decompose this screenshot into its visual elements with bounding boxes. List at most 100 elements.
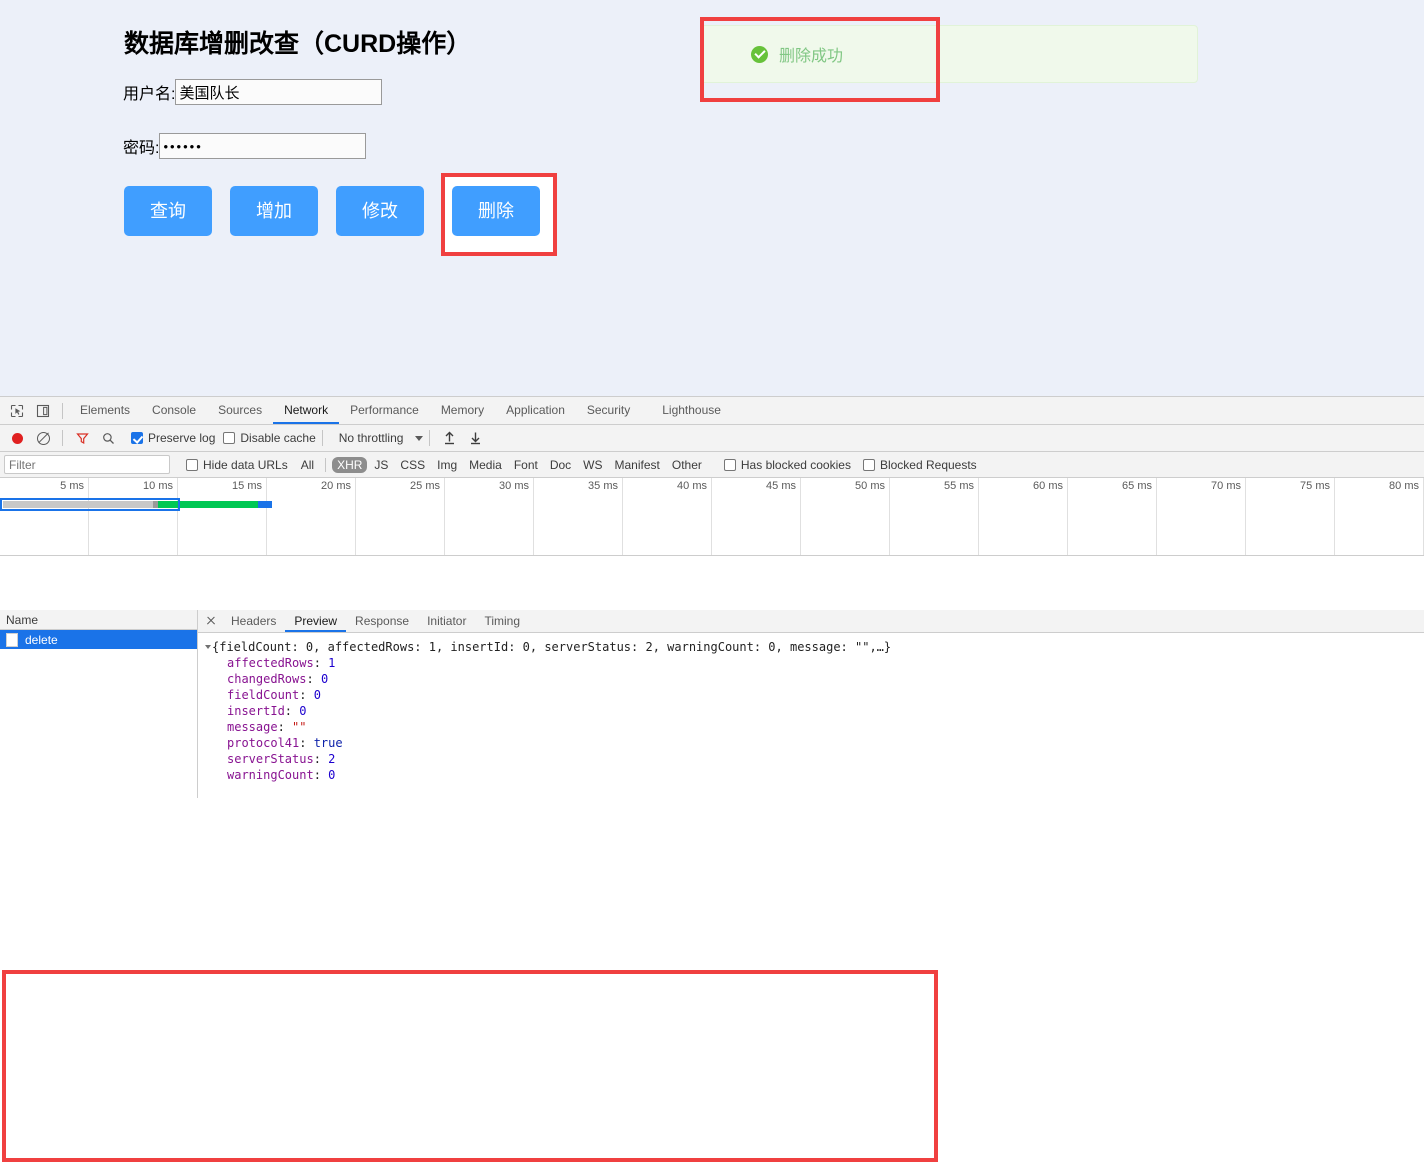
json-property-key: warningCount bbox=[227, 768, 314, 782]
overview-bar-segment bbox=[258, 501, 272, 508]
json-property-value: 1 bbox=[328, 656, 336, 670]
json-root-row[interactable]: {fieldCount: 0, affectedRows: 1, insertI… bbox=[205, 639, 1424, 655]
type-filter-other[interactable]: Other bbox=[667, 457, 707, 473]
blocked-requests-label: Blocked Requests bbox=[879, 457, 977, 472]
close-icon[interactable] bbox=[204, 614, 218, 628]
hide-data-urls-checkbox[interactable]: Hide data URLs bbox=[186, 458, 288, 472]
disable-cache-checkbox[interactable]: Disable cache bbox=[223, 431, 316, 445]
overview-tick: 20 ms bbox=[267, 478, 356, 555]
toolbar-divider bbox=[62, 402, 63, 419]
tab-elements[interactable]: Elements bbox=[69, 397, 141, 424]
type-filter-xhr[interactable]: XHR bbox=[332, 456, 368, 473]
password-input[interactable] bbox=[159, 133, 367, 159]
json-property: message: "" bbox=[206, 719, 1424, 735]
detail-tab-preview[interactable]: Preview bbox=[285, 610, 346, 632]
type-filter-all[interactable]: All bbox=[296, 457, 319, 473]
tab-memory[interactable]: Memory bbox=[430, 397, 495, 424]
request-list-column-header: Name bbox=[0, 610, 197, 630]
tab-sources[interactable]: Sources bbox=[207, 397, 273, 424]
overview-tick: 30 ms bbox=[445, 478, 534, 555]
success-message: 删除成功 bbox=[700, 25, 1198, 83]
type-filter-manifest[interactable]: Manifest bbox=[610, 457, 665, 473]
overview-selection-window[interactable] bbox=[0, 498, 180, 511]
toolbar-divider-2 bbox=[62, 430, 63, 446]
inspect-element-icon[interactable] bbox=[4, 398, 30, 424]
disable-cache-label: Disable cache bbox=[240, 431, 316, 445]
request-name: delete bbox=[25, 632, 58, 647]
json-colon: : bbox=[313, 768, 329, 782]
overview-tick-label: 10 ms bbox=[143, 480, 173, 492]
throttling-value: No throttling bbox=[338, 431, 404, 445]
password-form-row: 密码: bbox=[123, 133, 367, 159]
json-property-value: 0 bbox=[313, 688, 321, 702]
query-button[interactable]: 查询 bbox=[124, 186, 212, 236]
json-property: serverStatus: 2 bbox=[206, 751, 1424, 767]
username-label: 用户名: bbox=[123, 86, 176, 103]
json-property-key: insertId bbox=[227, 704, 285, 718]
success-message-text: 删除成功 bbox=[779, 48, 844, 65]
type-filter-font[interactable]: Font bbox=[509, 457, 543, 473]
detail-tab-headers[interactable]: Headers bbox=[222, 610, 285, 632]
preserve-log-checkbox[interactable]: Preserve log bbox=[131, 431, 215, 445]
record-icon[interactable] bbox=[4, 425, 30, 451]
json-property: fieldCount: 0 bbox=[206, 687, 1424, 703]
has-blocked-cookies-label: Has blocked cookies bbox=[740, 457, 851, 472]
json-property: changedRows: 0 bbox=[206, 671, 1424, 687]
update-button[interactable]: 修改 bbox=[336, 186, 424, 236]
table-row[interactable]: delete bbox=[0, 630, 197, 649]
tab-network[interactable]: Network bbox=[273, 397, 339, 424]
preserve-log-checkbox-box bbox=[131, 432, 143, 444]
network-toolbar: Preserve log Disable cache No throttling bbox=[0, 425, 1424, 452]
tab-security[interactable]: Security bbox=[576, 397, 641, 424]
json-root-summary: {fieldCount: 0, affectedRows: 1, insertI… bbox=[212, 640, 892, 654]
json-property-value: true bbox=[313, 736, 343, 750]
delete-button[interactable]: 删除 bbox=[452, 186, 540, 236]
type-filter-doc[interactable]: Doc bbox=[545, 457, 576, 473]
overview-tick-label: 65 ms bbox=[1122, 480, 1152, 492]
overview-tick: 80 ms bbox=[1335, 478, 1424, 555]
preserve-log-label: Preserve log bbox=[148, 431, 216, 445]
json-colon: : bbox=[299, 736, 314, 750]
username-input[interactable] bbox=[175, 79, 383, 105]
export-har-icon[interactable] bbox=[462, 425, 488, 451]
type-filter-css[interactable]: CSS bbox=[395, 457, 430, 473]
json-property-key: affectedRows bbox=[227, 656, 314, 670]
overview-tick-label: 25 ms bbox=[410, 480, 440, 492]
blocked-requests-checkbox[interactable]: Blocked Requests bbox=[862, 457, 977, 472]
import-har-icon[interactable] bbox=[436, 425, 462, 451]
overview-tick: 55 ms bbox=[890, 478, 979, 555]
type-filter-media[interactable]: Media bbox=[464, 457, 507, 473]
overview-tick: 60 ms bbox=[979, 478, 1068, 555]
overview-tick-label: 15 ms bbox=[232, 480, 262, 492]
type-filter-ws[interactable]: WS bbox=[578, 457, 607, 473]
detail-tab-initiator[interactable]: Initiator bbox=[418, 610, 475, 632]
json-property-key: fieldCount bbox=[227, 688, 300, 702]
tab-application[interactable]: Application bbox=[495, 397, 576, 424]
document-icon bbox=[6, 632, 18, 647]
tab-console[interactable]: Console bbox=[141, 397, 207, 424]
has-blocked-cookies-checkbox[interactable]: Has blocked cookies bbox=[723, 457, 851, 472]
tab-lighthouse[interactable]: Lighthouse bbox=[651, 397, 732, 424]
type-filter-js[interactable]: JS bbox=[369, 457, 393, 473]
add-button[interactable]: 增加 bbox=[230, 186, 318, 236]
search-icon[interactable] bbox=[95, 425, 121, 451]
overview-tick: 75 ms bbox=[1246, 478, 1335, 555]
filter-funnel-icon[interactable] bbox=[69, 425, 95, 451]
network-overview-timeline[interactable]: 5 ms 10 ms 15 ms 20 ms 25 ms 30 ms 35 ms 40 ms 4… bbox=[0, 478, 1424, 556]
detail-tab-response[interactable]: Response bbox=[346, 610, 418, 632]
network-bottom-split: Name delete Headers Preview Response Ini… bbox=[0, 610, 1424, 798]
tab-performance[interactable]: Performance bbox=[339, 397, 430, 424]
json-property-key: changedRows bbox=[227, 672, 307, 686]
json-property-key: message bbox=[227, 720, 278, 734]
success-check-icon bbox=[751, 45, 768, 63]
throttling-select[interactable]: No throttling bbox=[339, 431, 424, 445]
chevron-down-icon bbox=[415, 435, 424, 441]
blocked-requests-checkbox-box bbox=[862, 458, 875, 471]
filter-input[interactable] bbox=[4, 455, 170, 474]
type-filter-img[interactable]: Img bbox=[432, 457, 462, 473]
detail-tab-timing[interactable]: Timing bbox=[475, 610, 529, 632]
disclosure-triangle-icon[interactable] bbox=[205, 645, 211, 649]
clear-icon[interactable] bbox=[30, 425, 56, 451]
device-toolbar-icon[interactable] bbox=[30, 398, 56, 424]
delete-button-wrapper: 删除 bbox=[452, 186, 540, 236]
